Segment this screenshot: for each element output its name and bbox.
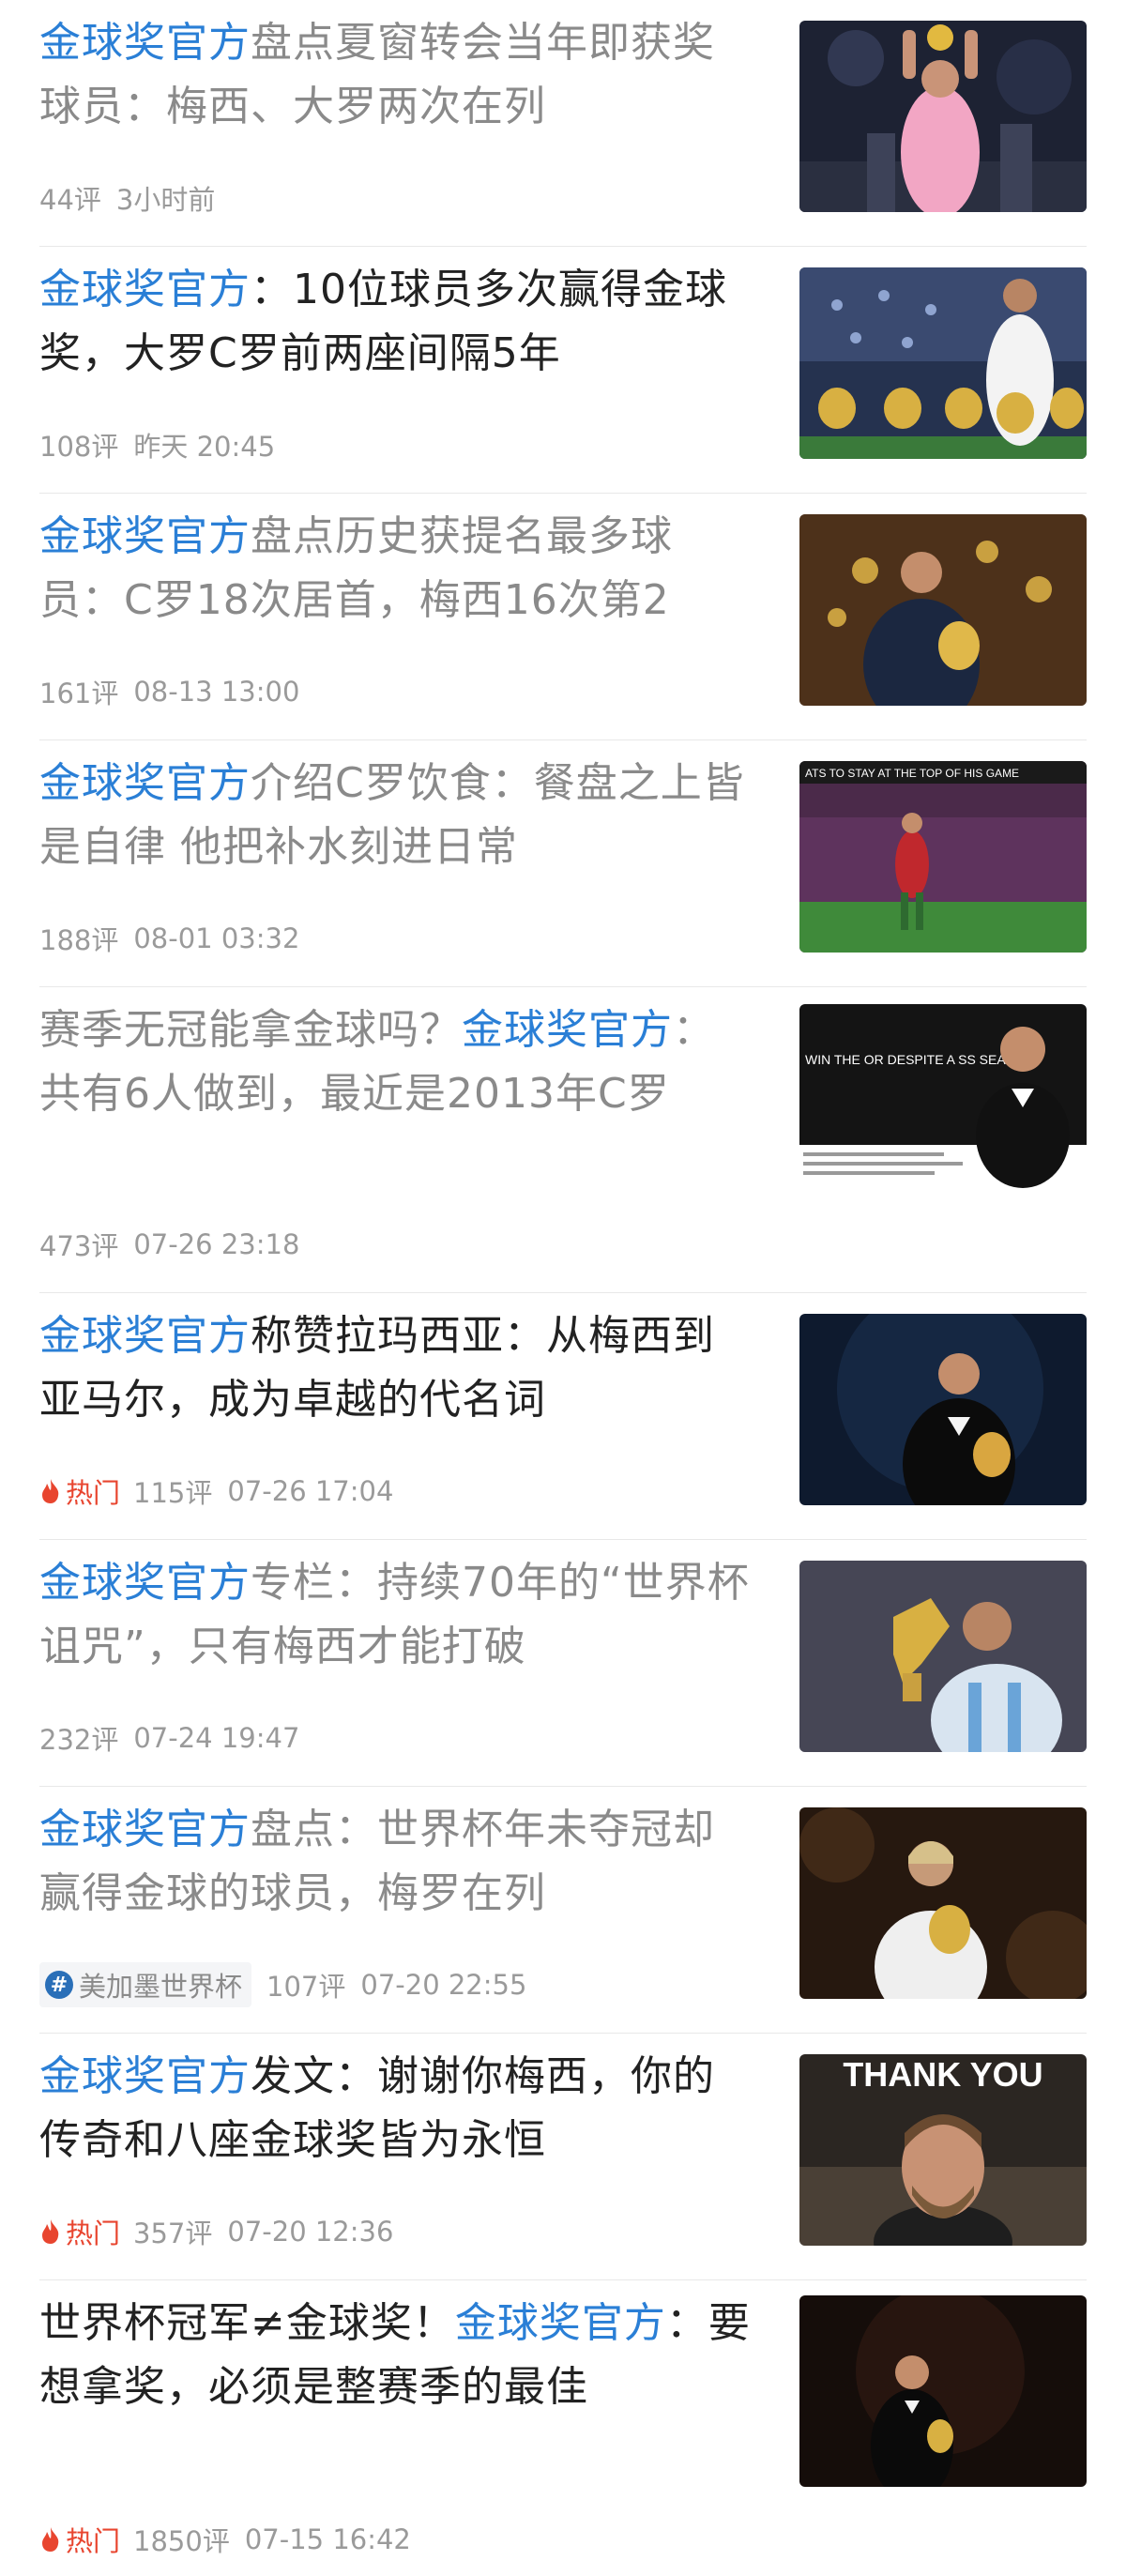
- news-item[interactable]: 金球奖官方介绍C罗饮食：餐盘之上皆是自律 他把补水刻进日常 188评 08-01…: [0, 740, 1126, 986]
- news-thumbnail[interactable]: [799, 1561, 1087, 1752]
- flame-icon: [42, 1479, 59, 1503]
- news-thumbnail[interactable]: [799, 21, 1087, 212]
- keyword-highlight: 金球奖官方: [39, 2052, 251, 2100]
- hot-badge: 热门: [39, 1471, 120, 1511]
- news-title[interactable]: 金球奖官方发文：谢谢你梅西，你的传奇和八座金球奖皆为永恒: [39, 2045, 753, 2172]
- news-meta: 热门 1850评 07-15 16:42: [39, 2520, 411, 2559]
- news-item[interactable]: 世界杯冠军≠金球奖！金球奖官方：要想拿奖，必须是整赛季的最佳 热门 1850评 …: [0, 2280, 1126, 2576]
- topic-tag[interactable]: # 美加墨世界杯: [39, 1962, 252, 2007]
- publish-time: 07-24 19:47: [133, 1722, 300, 1754]
- thumbnail-image: THANK YOU: [799, 2054, 1087, 2246]
- thumbnail-image: [799, 21, 1087, 212]
- comment-count: 232评: [39, 1724, 119, 1756]
- keyword-highlight: 金球奖官方: [454, 2299, 666, 2347]
- news-thumbnail[interactable]: [799, 2295, 1087, 2487]
- news-thumbnail[interactable]: [799, 267, 1087, 459]
- keyword-highlight: 金球奖官方: [39, 266, 251, 313]
- thumbnail-image: ATS TO STAY AT THE TOP OF HIS GAME: [799, 761, 1087, 953]
- publish-time: 07-26 23:18: [133, 1228, 300, 1260]
- news-meta: # 美加墨世界杯 107评 07-20 22:55: [39, 1962, 526, 2007]
- publish-time: 07-20 12:36: [227, 2216, 394, 2248]
- news-item[interactable]: 金球奖官方发文：谢谢你梅西，你的传奇和八座金球奖皆为永恒 热门 357评 07-…: [0, 2034, 1126, 2279]
- hot-badge: 热门: [39, 2520, 120, 2559]
- news-thumbnail[interactable]: [799, 1314, 1087, 1505]
- news-item[interactable]: 赛季无冠能拿金球吗？金球奖官方：共有6人做到，最近是2013年C罗 473评 0…: [0, 987, 1126, 1292]
- thumbnail-overlay-text: THANK YOU: [843, 2055, 1042, 2094]
- topic-tag-label: 美加墨世界杯: [79, 1971, 243, 2003]
- flame-icon: [42, 2219, 59, 2244]
- keyword-highlight: 金球奖官方: [39, 1806, 251, 1853]
- publish-time: 08-01 03:32: [133, 922, 300, 954]
- hot-badge: 热门: [39, 2212, 120, 2251]
- news-thumbnail[interactable]: THANK YOU: [799, 2054, 1087, 2246]
- news-item[interactable]: 金球奖官方盘点：世界杯年未夺冠却赢得金球的球员，梅罗在列 # 美加墨世界杯 10…: [0, 1787, 1126, 2033]
- comment-count: 107评: [266, 1971, 346, 2003]
- news-title[interactable]: 金球奖官方专栏：持续70年的“世界杯诅咒”，只有梅西才能打破: [39, 1551, 753, 1679]
- news-title[interactable]: 世界杯冠军≠金球奖！金球奖官方：要想拿奖，必须是整赛季的最佳: [39, 2292, 753, 2419]
- thumbnail-image: [799, 267, 1087, 459]
- comment-count: 188评: [39, 924, 119, 956]
- comment-count: 115评: [133, 1477, 213, 1509]
- keyword-highlight: 金球奖官方: [39, 759, 251, 807]
- hot-label: 热门: [66, 2525, 121, 2557]
- publish-time: 07-26 17:04: [227, 1475, 394, 1507]
- hot-label: 热门: [66, 1477, 121, 1509]
- publish-time: 3小时前: [115, 184, 216, 216]
- news-meta: 473评 07-26 23:18: [39, 1225, 299, 1264]
- news-item[interactable]: 金球奖官方专栏：持续70年的“世界杯诅咒”，只有梅西才能打破 232评 07-2…: [0, 1540, 1126, 1786]
- hot-label: 热门: [66, 2218, 121, 2249]
- news-title[interactable]: 金球奖官方盘点历史获提名最多球员：C罗18次居首，梅西16次第2: [39, 505, 753, 633]
- flame-icon: [42, 2527, 59, 2552]
- comment-count: 1850评: [133, 2525, 230, 2557]
- news-meta: 热门 115评 07-26 17:04: [39, 1471, 393, 1511]
- news-meta: 108评 昨天 20:45: [39, 425, 275, 465]
- news-title[interactable]: 赛季无冠能拿金球吗？金球奖官方：共有6人做到，最近是2013年C罗: [39, 998, 753, 1126]
- news-meta: 热门 357评 07-20 12:36: [39, 2212, 393, 2251]
- publish-time: 07-15 16:42: [244, 2523, 411, 2555]
- publish-time: 07-20 22:55: [360, 1969, 527, 2001]
- publish-time: 昨天 20:45: [133, 431, 276, 463]
- thumbnail-image: [799, 1561, 1087, 1752]
- publish-time: 08-13 13:00: [133, 676, 300, 708]
- news-meta: 188评 08-01 03:32: [39, 919, 299, 958]
- thumbnail-banner-text: ATS TO STAY AT THE TOP OF HIS GAME: [805, 767, 1019, 780]
- title-prefix: 世界杯冠军≠金球奖！: [39, 2299, 455, 2347]
- news-title[interactable]: 金球奖官方盘点：世界杯年未夺冠却赢得金球的球员，梅罗在列: [39, 1798, 753, 1926]
- hashtag-icon: #: [45, 1971, 73, 1999]
- news-item[interactable]: 金球奖官方称赞拉玛西亚：从梅西到亚马尔，成为卓越的代名词 热门 115评 07-…: [0, 1293, 1126, 1539]
- comment-count: 473评: [39, 1230, 119, 1262]
- news-feed: 金球奖官方盘点夏窗转会当年即获奖球员：梅西、大罗两次在列 44评 3小时前 金球…: [0, 0, 1126, 2576]
- news-meta: 44评 3小时前: [39, 178, 215, 218]
- news-thumbnail[interactable]: WIN THE OR DESPITE A SS SEASON?: [799, 1004, 1087, 1196]
- thumbnail-image: [799, 2295, 1087, 2487]
- thumbnail-image: [799, 1807, 1087, 1999]
- comment-count: 357评: [133, 2218, 213, 2249]
- news-meta: 232评 07-24 19:47: [39, 1718, 299, 1758]
- news-title[interactable]: 金球奖官方介绍C罗饮食：餐盘之上皆是自律 他把补水刻进日常: [39, 752, 753, 879]
- comment-count: 108评: [39, 431, 119, 463]
- keyword-highlight: 金球奖官方: [39, 512, 251, 560]
- news-item[interactable]: 金球奖官方：10位球员多次赢得金球奖，大罗C罗前两座间隔5年 108评 昨天 2…: [0, 247, 1126, 493]
- keyword-highlight: 金球奖官方: [462, 1006, 673, 1054]
- news-title[interactable]: 金球奖官方盘点夏窗转会当年即获奖球员：梅西、大罗两次在列: [39, 11, 753, 139]
- comment-count: 161评: [39, 678, 119, 709]
- news-title[interactable]: 金球奖官方称赞拉玛西亚：从梅西到亚马尔，成为卓越的代名词: [39, 1304, 753, 1432]
- news-thumbnail[interactable]: [799, 1807, 1087, 1999]
- thumbnail-image: WIN THE OR DESPITE A SS SEASON?: [799, 1004, 1087, 1196]
- comment-count: 44评: [39, 184, 101, 216]
- news-thumbnail[interactable]: [799, 514, 1087, 706]
- keyword-highlight: 金球奖官方: [39, 1312, 251, 1360]
- keyword-highlight: 金球奖官方: [39, 19, 251, 67]
- news-item[interactable]: 金球奖官方盘点历史获提名最多球员：C罗18次居首，梅西16次第2 161评 08…: [0, 494, 1126, 739]
- news-meta: 161评 08-13 13:00: [39, 672, 299, 711]
- thumbnail-image: [799, 1314, 1087, 1505]
- title-prefix: 赛季无冠能拿金球吗？: [39, 1006, 462, 1054]
- news-item[interactable]: 金球奖官方盘点夏窗转会当年即获奖球员：梅西、大罗两次在列 44评 3小时前: [0, 0, 1126, 246]
- news-title[interactable]: 金球奖官方：10位球员多次赢得金球奖，大罗C罗前两座间隔5年: [39, 258, 753, 386]
- news-thumbnail[interactable]: ATS TO STAY AT THE TOP OF HIS GAME: [799, 761, 1087, 953]
- keyword-highlight: 金球奖官方: [39, 1559, 251, 1607]
- thumbnail-image: [799, 514, 1087, 706]
